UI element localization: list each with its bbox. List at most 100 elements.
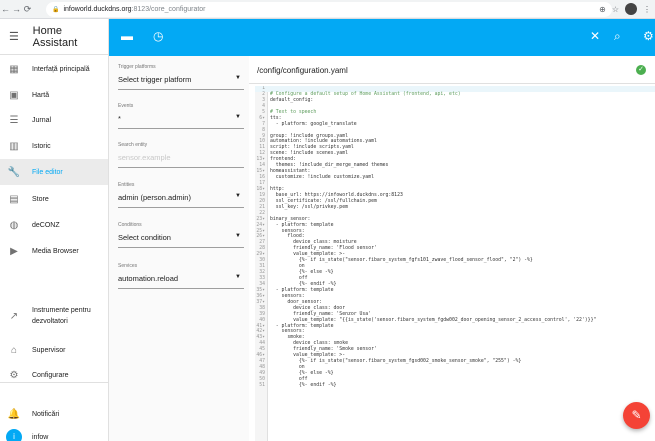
- sidebar-item-label: Interfață principală: [32, 65, 90, 73]
- code-text: themes: !include_dir_merge_named themes: [270, 163, 389, 169]
- map-icon: ▣: [9, 89, 19, 101]
- events-select[interactable]: Events * ▼: [118, 103, 244, 129]
- entity-search-input[interactable]: Search entity sensor.example: [118, 142, 244, 168]
- sidebar-item-media-browser[interactable]: ▶ Media Browser: [0, 238, 108, 264]
- sidebar-item-store[interactable]: ▤ Store: [0, 186, 108, 212]
- sidebar-header: ☰ Home Assistant: [0, 19, 108, 55]
- conditions-select[interactable]: Conditions Select condition ▼: [118, 222, 244, 248]
- edit-pencil-fab[interactable]: ✎: [623, 402, 650, 429]
- history-icon[interactable]: ◷: [153, 29, 163, 43]
- code-text: # Text to speech: [270, 109, 317, 115]
- code-text: # Configure a default setup of Home Assi…: [270, 91, 461, 97]
- sidebar-item-supervisor[interactable]: ⌂ Supervisor: [0, 337, 108, 363]
- supervisor-icon: ⌂: [10, 344, 18, 356]
- events-value: *: [118, 114, 121, 123]
- code-text: script: !include scripts.yaml: [270, 145, 354, 151]
- code-text: - platform: google_translate: [270, 121, 357, 127]
- code-line: 40 value_template: "{{is_state('sensor.f…: [255, 318, 655, 324]
- wrench-icon: 🔧: [7, 166, 21, 178]
- code-text: sensors:: [270, 228, 305, 234]
- conditions-value: Select condition: [118, 233, 171, 242]
- code-text: value_template: >-: [270, 353, 346, 359]
- code-text: - platform: template: [270, 323, 334, 329]
- code-text: friendly_name: 'Flood sensor': [270, 246, 377, 252]
- sidebar: ☰ Home Assistant ▦ Interfață principală ▣ H…: [0, 19, 109, 441]
- folder-icon[interactable]: ▬: [121, 29, 133, 43]
- trigger-platform-select[interactable]: Trigger platforms Select trigger platfor…: [118, 64, 244, 90]
- sidebar-item-label: Jurnal: [32, 116, 52, 124]
- sidebar-item-label: Hartă: [32, 91, 50, 99]
- code-text: value_template: "{{is_state('sensor.fiba…: [270, 317, 597, 323]
- entities-label: Entities: [118, 182, 135, 188]
- sidebar-item-jurnal[interactable]: ☰ Jurnal: [0, 107, 108, 133]
- settings-gear-icon[interactable]: ⚙: [643, 29, 654, 43]
- code-text: on: [270, 264, 305, 270]
- dropdown-arrow-icon: ▼: [235, 114, 241, 120]
- code-text: http:: [270, 186, 285, 192]
- code-text: sensors:: [270, 293, 305, 299]
- zoom-icon[interactable]: ⊕: [599, 5, 606, 14]
- code-text: default_config:: [270, 97, 314, 103]
- file-editor: /config/configuration.yaml ✓ 1 2 # Configu…: [249, 56, 655, 441]
- code-text: frontend:: [270, 157, 296, 163]
- bell-icon: 🔔: [7, 408, 21, 420]
- menu-icon[interactable]: ☰: [9, 30, 33, 43]
- file-path[interactable]: /config/configuration.yaml: [257, 66, 348, 75]
- sidebar-item-file-editor[interactable]: 🔧 File editor: [0, 159, 108, 185]
- sidebar-item-deconz[interactable]: ◍ deCONZ: [0, 212, 108, 238]
- forward-icon[interactable]: →: [11, 4, 22, 14]
- code-text: off: [270, 276, 308, 281]
- code-text: off: [270, 376, 308, 382]
- line-number: 51: [259, 382, 265, 388]
- app-toolbar: ▬ ◷ ✕ ⌕ ⚙: [109, 19, 655, 56]
- browser-toolbar: ← → ⟳ 🔒 infoworld.duckdns.org:8123/core_…: [0, 0, 655, 19]
- code-text: {%- if is_state("sensor.fibaro_system_fg…: [270, 258, 533, 264]
- sidebar-item-istoric[interactable]: ▥ Istoric: [0, 133, 108, 159]
- code-text: scene: !include scenes.yaml: [270, 151, 348, 157]
- dropdown-arrow-icon: ▼: [235, 274, 241, 280]
- sidebar-item-label: Configurare: [32, 371, 69, 379]
- star-icon[interactable]: ☆: [612, 5, 619, 14]
- code-text: device_class: smoke: [270, 341, 348, 347]
- sidebar-item-instrumente-pentru[interactable]: ↗ Instrumente pentru dezvoltatori: [0, 303, 108, 329]
- code-text: on: [270, 365, 305, 371]
- browser-menu-icon[interactable]: ⋮: [643, 5, 651, 14]
- store-icon: ▤: [9, 193, 19, 205]
- sidebar-item-hart-[interactable]: ▣ Hartă: [0, 82, 108, 108]
- sidebar-item-label: infow: [32, 433, 49, 441]
- deconz-icon: ◍: [9, 219, 19, 231]
- entities-select[interactable]: Entities admin (person.admin) ▼: [118, 182, 244, 208]
- code-text: - platform: template: [270, 222, 334, 228]
- close-icon[interactable]: ✕: [590, 29, 600, 43]
- conditions-label: Conditions: [118, 222, 142, 228]
- code-text: tts:: [270, 115, 282, 121]
- lock-icon: 🔒: [52, 7, 60, 13]
- code-text: base_url: https://infoworld.duckdns.org:…: [270, 192, 403, 198]
- code-text: automation: !include automations.yaml: [270, 139, 377, 145]
- sidebar-item-interfa-principal-[interactable]: ▦ Interfață principală: [0, 56, 108, 82]
- code-editor[interactable]: 1 2 # Configure a default setup of Home As…: [255, 86, 655, 441]
- search-icon[interactable]: ⌕: [614, 29, 621, 44]
- services-select[interactable]: Services automation.reload ▼: [118, 263, 244, 289]
- sidebar-item-label: Supervisor: [32, 346, 66, 354]
- events-label: Events: [118, 103, 134, 109]
- address-bar[interactable]: 🔒 infoworld.duckdns.org:8123/core_config…: [46, 2, 612, 17]
- url-path: :8123/core_configurator: [131, 6, 206, 13]
- code-text: device_class: moisture: [270, 240, 357, 246]
- sidebar-item-label: Media Browser: [32, 247, 79, 255]
- dashboard-icon: ▦: [9, 63, 19, 75]
- sidebar-item-infow[interactable]: i infow: [0, 424, 108, 441]
- code-text: {%- endif -%}: [270, 382, 337, 388]
- sidebar-item-label: deCONZ: [32, 221, 60, 229]
- profile-avatar[interactable]: [625, 3, 637, 15]
- code-text: ssl_key: /ssl/privkey.pem: [270, 204, 348, 210]
- reload-icon[interactable]: ⟳: [22, 4, 33, 15]
- code-text: flood:: [270, 234, 305, 240]
- code-line: 51 {%- endif -%}: [255, 383, 655, 389]
- back-icon[interactable]: ←: [0, 4, 11, 14]
- sidebar-item-configurare[interactable]: ⚙ Configurare: [0, 362, 108, 388]
- logbook-icon: ☰: [9, 114, 19, 126]
